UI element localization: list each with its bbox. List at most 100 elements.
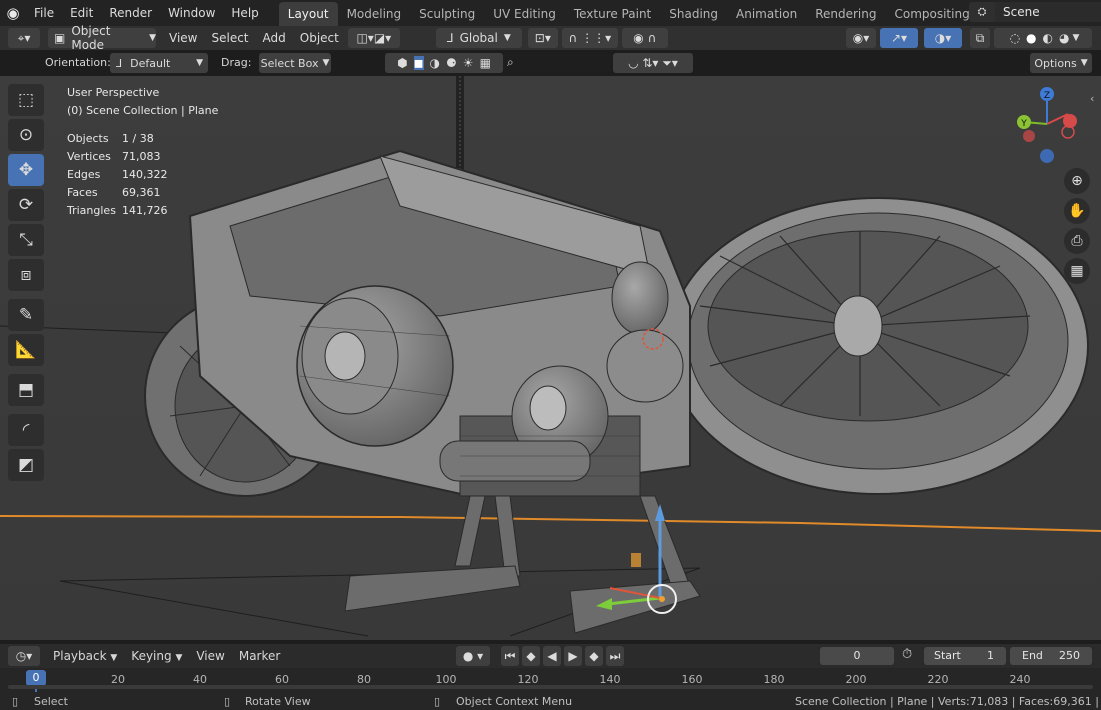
- wireframe-shading-icon[interactable]: ◌: [1010, 31, 1020, 45]
- chevron-down-icon[interactable]: ▼: [1073, 33, 1080, 43]
- bevel-tool-icon[interactable]: ◜: [8, 414, 44, 446]
- xray-toggle[interactable]: ⧉: [970, 28, 990, 48]
- tab-texture-paint[interactable]: Texture Paint: [565, 2, 660, 26]
- zoom-icon[interactable]: ⊕: [1064, 168, 1090, 194]
- material-shading-icon[interactable]: ◐: [1043, 31, 1053, 45]
- menu-playback[interactable]: Playback ▼: [46, 649, 124, 663]
- tab-sculpting[interactable]: Sculpting: [410, 2, 484, 26]
- chevron-down-icon: ▼: [196, 58, 203, 68]
- tab-compositing[interactable]: Compositing: [885, 2, 978, 26]
- tab-animation[interactable]: Animation: [727, 2, 806, 26]
- clock-icon: ◷▾: [15, 649, 33, 663]
- editor-type-icon: ⌖▾: [17, 30, 31, 45]
- editor-type-button[interactable]: ⌖▾: [8, 28, 40, 48]
- auto-key-button[interactable]: ● ▾: [456, 646, 490, 666]
- scale-tool-icon[interactable]: ⤡: [8, 224, 44, 256]
- menu-window[interactable]: Window: [160, 0, 223, 26]
- overlays-toggle[interactable]: ◑▾: [924, 28, 962, 48]
- rotate-tool-icon[interactable]: ⟳: [8, 189, 44, 221]
- current-frame-field[interactable]: 0: [820, 647, 894, 665]
- move-tool-icon[interactable]: ✥: [8, 154, 44, 186]
- stat-vertices: Vertices 71,083: [67, 150, 161, 163]
- scene-name[interactable]: Scene: [995, 2, 1101, 22]
- jump-end-icon[interactable]: ⏭: [606, 646, 624, 666]
- menu-marker[interactable]: Marker: [232, 649, 287, 663]
- material-icon[interactable]: ⚈: [446, 56, 457, 70]
- gizmo-toggle[interactable]: ↗▾: [880, 28, 918, 48]
- drag-dropdown[interactable]: Select Box ▼: [259, 53, 331, 73]
- select-box-tool-icon[interactable]: ⬚: [8, 84, 44, 116]
- drag-value: Select Box: [260, 56, 319, 70]
- rendered-shading-icon[interactable]: ◕: [1059, 31, 1069, 45]
- orientation-dropdown[interactable]: ⅃ Default ▼: [110, 53, 208, 73]
- menu-help[interactable]: Help: [223, 0, 266, 26]
- tab-shading[interactable]: Shading: [660, 2, 727, 26]
- menu-edit[interactable]: Edit: [62, 0, 101, 26]
- stopwatch-icon[interactable]: ⏱: [902, 647, 912, 662]
- transform-tool-icon[interactable]: ⧈: [8, 259, 44, 291]
- grid-icon[interactable]: ▦: [480, 56, 491, 70]
- solid-shading-icon[interactable]: ●: [1026, 31, 1036, 45]
- jump-start-icon[interactable]: ⏮: [501, 646, 519, 666]
- tab-rendering[interactable]: Rendering: [806, 2, 885, 26]
- end-frame-field[interactable]: End 250: [1010, 647, 1092, 665]
- mode-dropdown[interactable]: ▣ Object Mode ▼: [48, 24, 156, 52]
- camera-icon[interactable]: ⎙: [1064, 228, 1090, 254]
- navigation-gizmo[interactable]: Z Y: [1012, 84, 1082, 174]
- visibility-button[interactable]: ◉▾: [846, 28, 876, 48]
- cursor-tool-icon[interactable]: ⊙: [8, 119, 44, 151]
- object-select-icon[interactable]: ◼: [413, 56, 424, 70]
- play-icon[interactable]: ▶: [564, 646, 582, 666]
- sort-icon: ◡ ⇅▾ ⏷▾: [628, 55, 678, 70]
- annotate-tool-icon[interactable]: ✎: [8, 299, 44, 331]
- current-frame-marker[interactable]: 0: [26, 670, 46, 686]
- menu-object[interactable]: Object: [293, 31, 346, 45]
- blender-logo-icon[interactable]: ◉: [0, 0, 26, 26]
- menu-timeline-view[interactable]: View: [189, 649, 231, 663]
- light-icon[interactable]: ☀: [463, 56, 474, 70]
- menu-select[interactable]: Select: [204, 31, 255, 45]
- pivot-point-button[interactable]: ⊡▾: [527, 28, 558, 48]
- start-frame-field[interactable]: Start 1: [924, 647, 1006, 665]
- snap-target-button[interactable]: ◫▾◪▾: [347, 28, 400, 48]
- overlays-icon: ◑▾: [934, 31, 952, 45]
- tab-layout[interactable]: Layout: [278, 2, 338, 26]
- axis-icon: ⅃: [446, 31, 454, 45]
- menu-view[interactable]: View: [162, 31, 204, 45]
- orientation-label: Orientation:: [45, 56, 111, 69]
- orientation-icon: ⅃: [116, 56, 123, 70]
- inset-tool-icon[interactable]: ◩: [8, 449, 44, 481]
- tab-modeling[interactable]: Modeling: [338, 2, 411, 26]
- chevron-down-icon: ▼: [1080, 58, 1088, 68]
- timeline-header: ◷▾ Playback ▼ Keying ▼ View Marker ● ▾ ⏮…: [0, 644, 1101, 668]
- pan-hand-icon[interactable]: ✋: [1064, 198, 1090, 224]
- snapping-button[interactable]: ∩ ⋮⋮▾: [561, 28, 618, 48]
- options-dropdown[interactable]: Options ▼: [1030, 53, 1092, 73]
- menu-file[interactable]: File: [26, 0, 62, 26]
- tab-uv-editing[interactable]: UV Editing: [484, 2, 565, 26]
- play-reverse-icon[interactable]: ◀: [543, 646, 561, 666]
- measure-tool-icon[interactable]: 📐: [8, 334, 44, 366]
- scene-selector[interactable]: ⛭ Scene: [969, 2, 1101, 22]
- menu-render[interactable]: Render: [101, 0, 160, 26]
- search-input[interactable]: ⌕: [503, 53, 611, 73]
- cube-icon[interactable]: ⬢: [397, 56, 407, 70]
- stat-triangles: Triangles 141,726: [67, 204, 168, 217]
- menu-keying[interactable]: Keying ▼: [124, 649, 189, 663]
- proportional-editing-button[interactable]: ◉ ∩: [621, 28, 668, 48]
- sphere-icon[interactable]: ◑: [430, 56, 440, 70]
- filter-controls[interactable]: ◡ ⇅▾ ⏷▾: [613, 53, 693, 73]
- end-value: 250: [1059, 649, 1080, 662]
- playback-controls: ● ▾ ⏮ ◆ ◀ ▶ ◆ ⏭: [456, 646, 624, 666]
- perspective-grid-icon[interactable]: ▦: [1064, 258, 1090, 284]
- prev-keyframe-icon[interactable]: ◆: [522, 646, 540, 666]
- timeline-ruler[interactable]: 0 20 40 60 80 100 120 140 160 180 200 22…: [0, 668, 1101, 692]
- transform-orientation-dropdown[interactable]: ⅃ Global ▼: [435, 28, 522, 48]
- timeline-scrollbar[interactable]: [8, 685, 1093, 689]
- timeline-editor-type-button[interactable]: ◷▾: [8, 646, 40, 666]
- menu-add[interactable]: Add: [256, 31, 293, 45]
- collapse-sidebar-icon[interactable]: ‹: [1090, 92, 1094, 105]
- orientation-value: Default: [130, 56, 171, 70]
- next-keyframe-icon[interactable]: ◆: [585, 646, 603, 666]
- add-cube-tool-icon[interactable]: ⬒: [8, 374, 44, 406]
